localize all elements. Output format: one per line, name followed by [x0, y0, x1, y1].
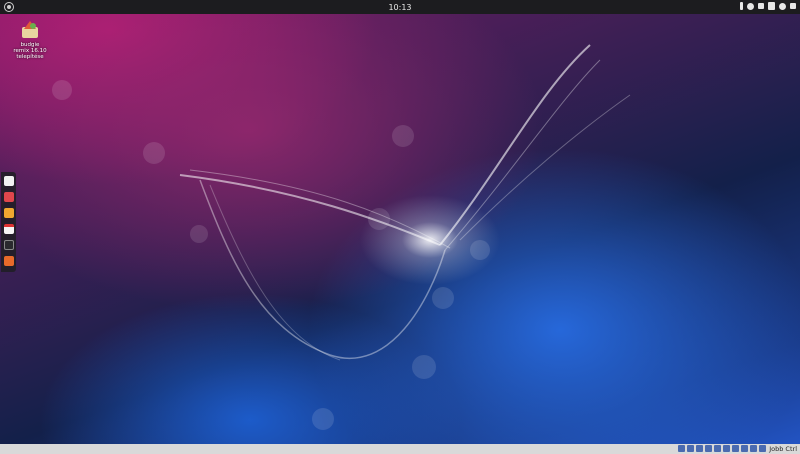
network-icon[interactable]	[740, 2, 743, 10]
desktop-wallpaper	[0, 0, 800, 454]
video-icon[interactable]	[4, 240, 14, 250]
vm-status-bar: Jobb Ctrl	[0, 444, 800, 454]
volume-icon[interactable]	[768, 2, 775, 10]
notification-icon[interactable]	[747, 2, 754, 10]
battery-icon[interactable]	[758, 3, 764, 9]
system-tray	[740, 2, 796, 10]
host-key-label: Jobb Ctrl	[769, 445, 797, 453]
usb-icon[interactable]	[714, 445, 721, 452]
hdd-icon[interactable]	[678, 445, 685, 452]
calendar-icon[interactable]	[4, 224, 14, 234]
installer-label-line3: telepítése	[16, 54, 44, 60]
app-menu-icon[interactable]	[4, 2, 14, 12]
power-icon[interactable]	[779, 2, 786, 10]
software-icon[interactable]	[4, 256, 14, 266]
mouse-integration-icon[interactable]	[759, 445, 766, 452]
wallpaper-light-streaks	[179, 44, 631, 361]
cpu-icon[interactable]	[750, 445, 757, 452]
top-panel: 10:13	[0, 0, 800, 14]
audio-icon[interactable]	[696, 445, 703, 452]
music-icon[interactable]	[4, 176, 14, 186]
recording-icon[interactable]	[741, 445, 748, 452]
dock	[1, 172, 16, 272]
installer-icon	[20, 20, 40, 40]
sidebar-toggle-icon[interactable]	[790, 3, 796, 9]
network-adapter-icon[interactable]	[705, 445, 712, 452]
mail-icon[interactable]	[4, 208, 14, 218]
clock[interactable]: 10:13	[388, 3, 411, 12]
vm-device-icons	[678, 445, 766, 452]
optical-drive-icon[interactable]	[687, 445, 694, 452]
shared-folder-icon[interactable]	[723, 445, 730, 452]
photos-icon[interactable]	[4, 192, 14, 202]
display-icon[interactable]	[732, 445, 739, 452]
installer-desktop-icon[interactable]: budgie remix 16.10 telepítése	[10, 20, 50, 60]
